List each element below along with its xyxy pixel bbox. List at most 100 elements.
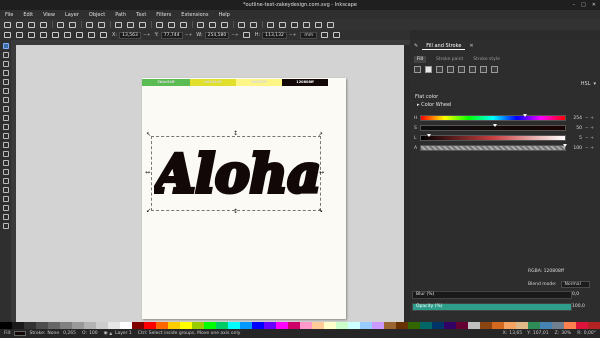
palette-swatch[interactable] [84,322,96,329]
radial-gradient-icon[interactable] [447,66,454,73]
open-icon[interactable] [16,21,23,28]
rotate-handle-top-left[interactable]: ↖ [146,132,151,138]
layers-icon[interactable] [291,21,298,28]
flip-vertical-icon[interactable] [76,32,83,38]
palette-swatch[interactable] [372,322,384,329]
y-input[interactable]: 77,744 [160,31,183,39]
palette-swatch[interactable] [444,322,456,329]
paste-icon[interactable] [139,21,146,28]
palette-swatch[interactable] [348,322,360,329]
palette-swatch[interactable] [540,322,552,329]
zoom-tool-icon[interactable] [2,61,9,67]
flat-color-icon[interactable] [425,66,432,73]
linear-gradient-icon[interactable] [436,66,443,73]
unit-select[interactable]: mm [300,31,318,39]
ellipse-tool-icon[interactable] [2,97,9,103]
palette-swatch[interactable] [204,322,216,329]
palette-swatch[interactable] [0,322,12,329]
palette-swatch[interactable] [72,322,84,329]
saturation-stepper[interactable]: − + [585,126,594,131]
import-icon[interactable] [57,21,64,28]
node-tool-icon[interactable] [2,52,9,58]
rotate-handle-bottom-left[interactable]: ↙ [146,208,151,214]
blend-mode-select[interactable]: Normal [560,281,590,288]
lower-to-bottom-icon[interactable] [100,32,107,38]
palette-swatch[interactable] [408,322,420,329]
menu-layer[interactable]: Layer [60,10,84,19]
save-icon[interactable] [28,21,35,28]
layer-lock-icon[interactable]: 🔒︎ [110,331,112,337]
palette-swatch[interactable] [216,322,228,329]
subtab-stroke-paint[interactable]: Stroke paint [436,57,463,62]
hue-slider[interactable] [420,114,566,121]
palette-swatch[interactable] [180,322,192,329]
y-stepper[interactable]: −+ [185,33,193,38]
subtab-stroke-style[interactable]: Stroke style [473,57,500,62]
palette-swatch[interactable] [252,322,264,329]
calligraphy-tool-icon[interactable] [2,142,9,148]
blur-slider[interactable]: Blur (%) [412,291,572,299]
palette-swatch[interactable] [552,322,564,329]
palette-swatch[interactable] [564,322,576,329]
palette-swatch[interactable] [468,322,480,329]
group-icon[interactable] [238,21,245,28]
layer-select[interactable]: Layer 1 [115,331,132,336]
export-icon[interactable] [69,21,76,28]
w-input[interactable]: 254,580 [204,31,230,39]
zoom-selection-icon[interactable] [156,21,163,28]
mesh-gradient-icon[interactable] [458,66,465,73]
palette-swatch[interactable] [480,322,492,329]
menu-help[interactable]: Help [213,10,234,19]
opacity-status-value[interactable]: 100 [89,331,98,336]
rotate-ccw-icon[interactable] [40,32,47,38]
palette-swatch[interactable] [108,322,120,329]
scale-handle-left[interactable]: ↔ [145,170,150,176]
layer-eye-icon[interactable]: ◉ [104,331,108,336]
flip-horizontal-icon[interactable] [64,32,71,38]
palette-swatch[interactable] [192,322,204,329]
x-input[interactable]: 13,563 [119,31,142,39]
spiral-tool-icon[interactable] [2,115,9,121]
subtab-fill[interactable]: Fill [414,55,427,63]
panel-brush-icon[interactable]: ✎ [410,43,422,49]
menu-path[interactable]: Path [110,10,131,19]
clone-icon[interactable] [209,21,216,28]
pencil-tool-icon[interactable] [2,124,9,130]
menu-filters[interactable]: Filters [151,10,176,19]
opacity-value[interactable]: 100,0 [572,304,585,309]
palette-swatch[interactable] [300,322,312,329]
redo-icon[interactable] [98,21,105,28]
document-page[interactable]: 5bbc54ff e0e02cff fdf585ff 120808ff ↖ ↕ … [142,78,346,319]
menu-view[interactable]: View [38,10,60,19]
spray-tool-icon[interactable] [2,160,9,166]
saturation-knob[interactable] [493,124,497,127]
menu-object[interactable]: Object [84,10,110,19]
hue-value[interactable]: 254 [566,116,582,121]
dropper-tool-icon[interactable] [2,205,9,211]
palette-swatch[interactable] [12,322,24,329]
menu-text[interactable]: Text [131,10,151,19]
palette-swatch[interactable] [324,322,336,329]
connector-tool-icon[interactable] [2,214,9,220]
alpha-value[interactable]: 100 [566,146,582,151]
fill-indicator[interactable] [13,331,26,336]
undo-icon[interactable] [86,21,93,28]
deselect-icon[interactable] [28,32,35,38]
menu-extensions[interactable]: Extensions [176,10,213,19]
aloha-lettering[interactable]: Aloha [154,134,322,214]
tweak-tool-icon[interactable] [2,223,9,229]
palette-swatch[interactable] [528,322,540,329]
text-tool-icon[interactable] [2,151,9,157]
palette-swatch[interactable] [144,322,156,329]
hue-stepper[interactable]: − + [585,116,594,121]
blur-value[interactable]: 0,0 [572,292,579,297]
lightness-stepper[interactable]: − + [585,136,594,141]
palette-swatch[interactable] [132,322,144,329]
rotation-value[interactable]: 0,00° [584,331,596,336]
print-icon[interactable] [40,21,47,28]
palette-swatch[interactable] [384,322,396,329]
copy-icon[interactable] [115,21,122,28]
stroke-width[interactable]: 0,265 [63,331,76,336]
palette-swatch[interactable] [48,322,60,329]
palette-swatch[interactable] [264,322,276,329]
